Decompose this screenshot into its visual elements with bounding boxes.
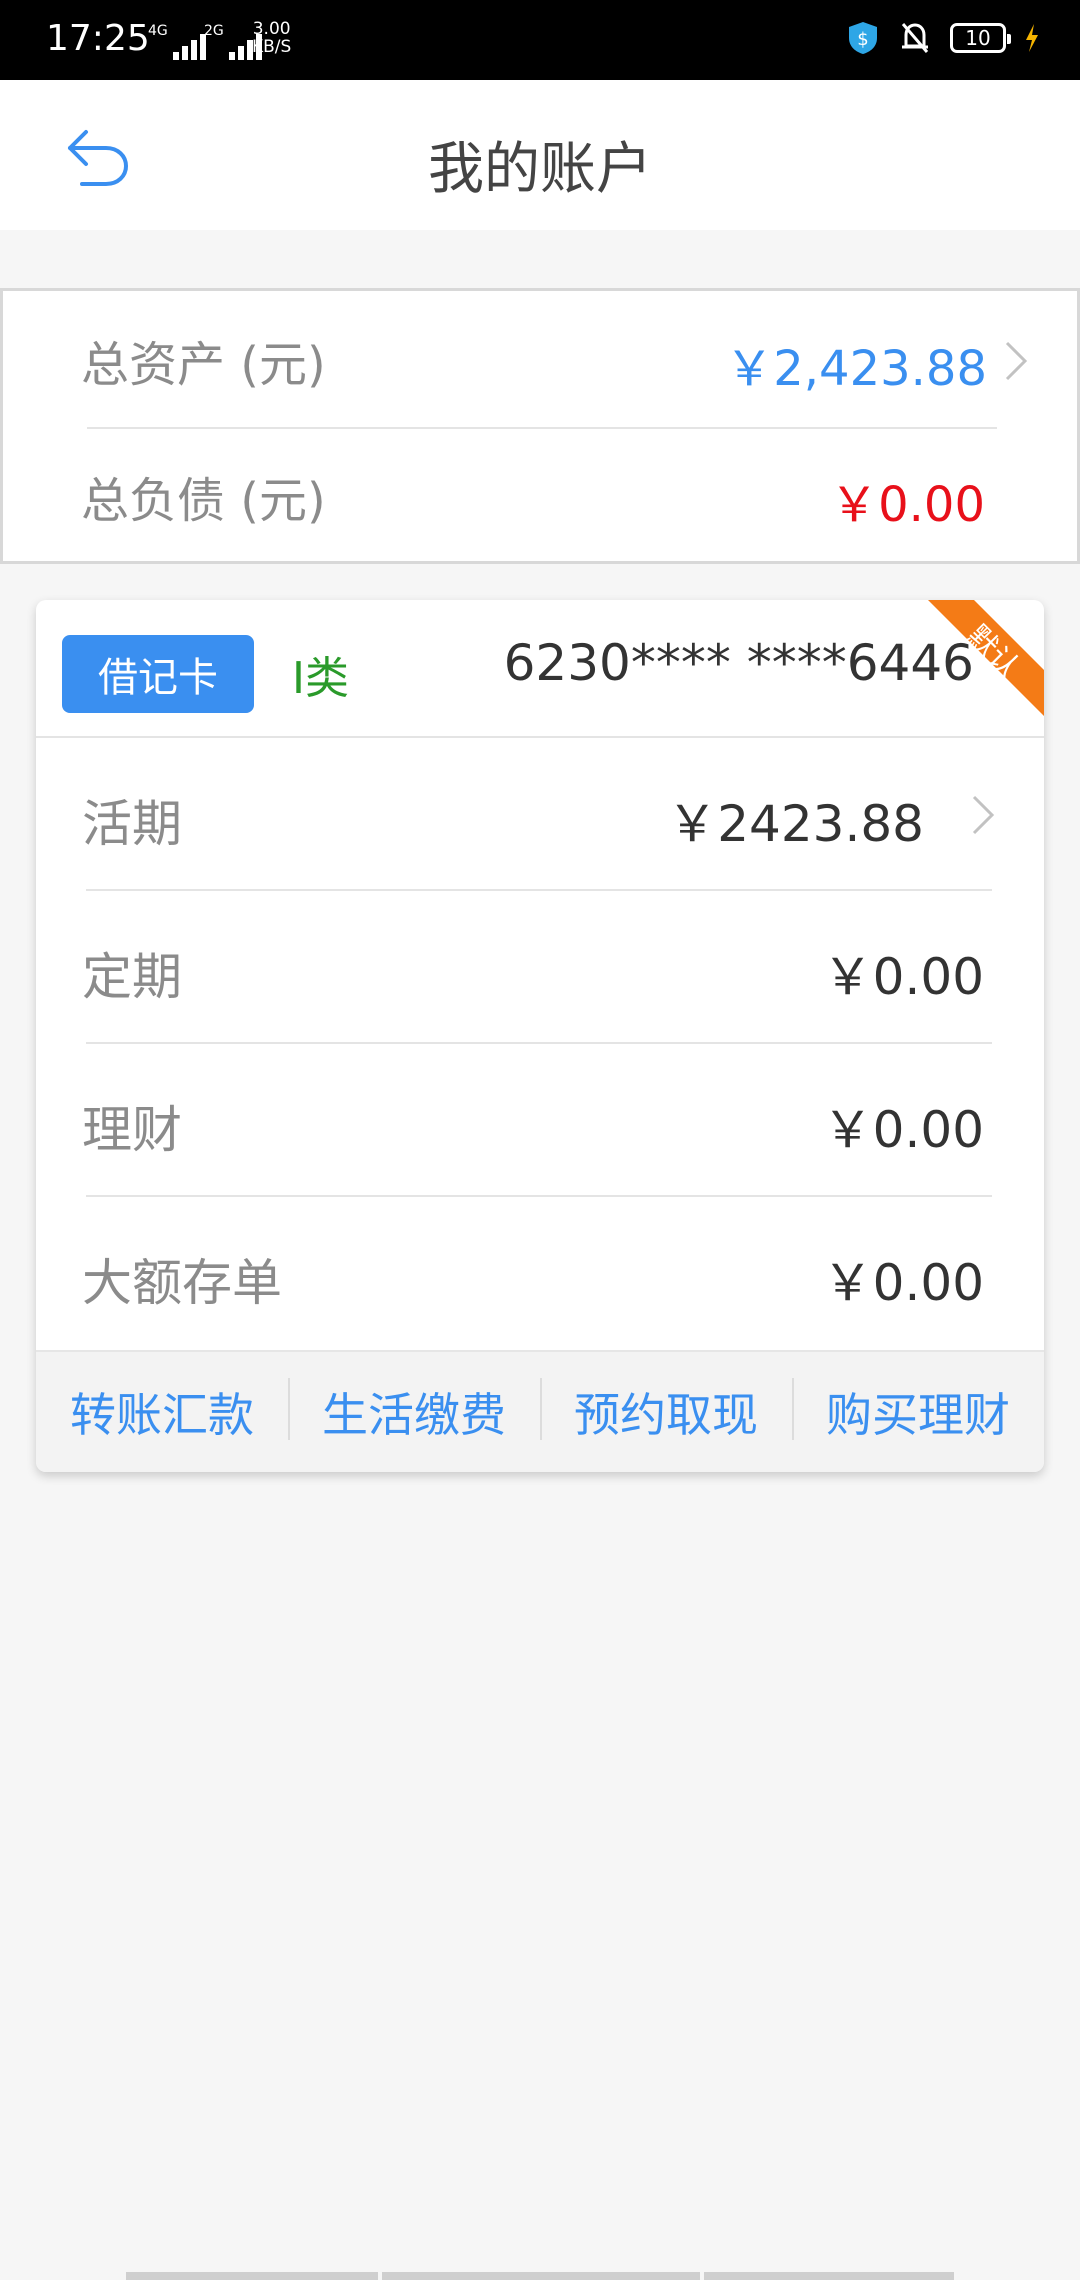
- account-card: 借记卡 I类 6230**** ****6446 默认 活期 ￥2423.88 …: [36, 600, 1044, 1472]
- large-cd-row: 大额存单 ￥0.00: [36, 1197, 1044, 1350]
- cash-withdrawal-button[interactable]: 预约取现: [540, 1352, 792, 1472]
- card-header: 借记卡 I类 6230**** ****6446 默认: [36, 600, 1044, 738]
- app-header: 我的账户: [0, 80, 1080, 230]
- total-liabilities-value: ￥0.00: [830, 477, 985, 533]
- status-time: 17:25: [46, 18, 150, 59]
- network-speed: 3.00 KB/S: [252, 19, 292, 57]
- charging-icon: [1026, 24, 1038, 52]
- page-title: 我的账户: [428, 137, 652, 202]
- bell-muted-icon: [901, 23, 929, 53]
- wealth-management-row: 理财 ￥0.00: [36, 1044, 1044, 1197]
- asset-summary: 总资产 (元) ￥2,423.88 总负债 (元) ￥0.00: [0, 288, 1080, 564]
- total-assets-value: ￥2,423.88: [725, 341, 987, 397]
- row-value: ￥2423.88: [667, 795, 924, 853]
- row-value: ￥0.00: [822, 1101, 984, 1159]
- fixed-deposit-row: 定期 ￥0.00: [36, 891, 1044, 1044]
- nav-hint-center: [382, 2272, 700, 2280]
- card-actions: 转账汇款 生活缴费 预约取现 购买理财: [36, 1350, 1044, 1472]
- row-label: 大额存单: [82, 1254, 282, 1312]
- battery-icon: 10: [950, 23, 1011, 53]
- total-assets-label: 总资产 (元): [81, 337, 326, 393]
- total-assets-row[interactable]: 总资产 (元) ￥2,423.88: [3, 291, 1077, 427]
- card-class-label: I类: [292, 653, 349, 704]
- svg-text:$: $: [857, 29, 868, 50]
- chevron-right-icon: [1005, 341, 1028, 381]
- demand-deposit-row[interactable]: 活期 ￥2423.88: [36, 738, 1044, 891]
- row-value: ￥0.00: [822, 1254, 984, 1312]
- chevron-right-icon: [972, 795, 995, 835]
- total-liabilities-row: 总负债 (元) ￥0.00: [3, 427, 1077, 563]
- transfer-button[interactable]: 转账汇款: [36, 1352, 288, 1472]
- row-value: ￥0.00: [822, 948, 984, 1006]
- card-number: 6230**** ****6446: [503, 634, 974, 692]
- status-bar: 17:25 4G 2G 3.00 KB/S $ 10: [0, 0, 1080, 80]
- bill-payment-button[interactable]: 生活缴费: [288, 1352, 540, 1472]
- signal-4g-icon: 4G: [148, 24, 206, 60]
- total-liabilities-label: 总负债 (元): [81, 473, 326, 529]
- nav-hint-left: [126, 2272, 378, 2280]
- nav-hint-right: [704, 2272, 954, 2280]
- row-label: 理财: [82, 1101, 182, 1159]
- row-label: 活期: [82, 795, 182, 853]
- row-label: 定期: [82, 948, 182, 1006]
- shield-icon: $: [849, 22, 877, 54]
- buy-wealth-button[interactable]: 购买理财: [792, 1352, 1044, 1472]
- card-type-badge: 借记卡: [62, 635, 254, 713]
